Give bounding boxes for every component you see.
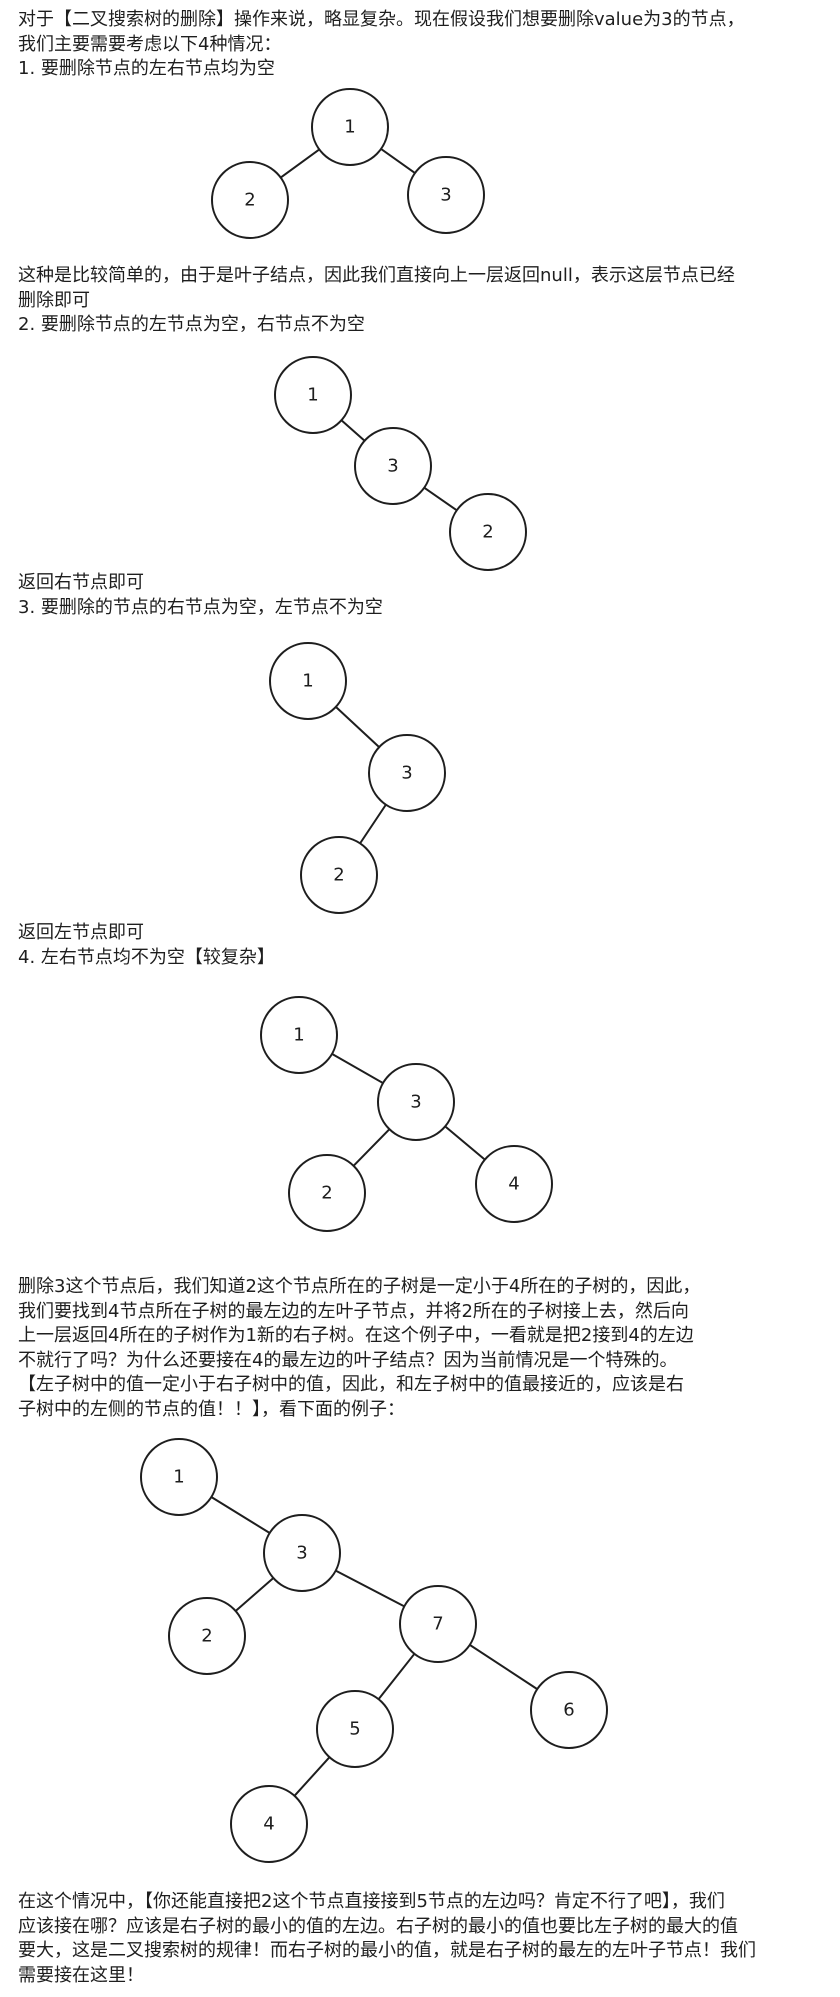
edge-1-3 [334, 705, 381, 749]
edge-7-6 [468, 1643, 539, 1691]
tree-node-2: 2 [211, 161, 289, 239]
tree-node-1: 1 [269, 642, 347, 720]
node-label: 5 [349, 1719, 360, 1740]
edge-1-3 [340, 419, 366, 442]
tree-4: 1 3 2 4 [260, 996, 553, 1232]
node-label: 2 [333, 865, 344, 886]
node-label: 1 [302, 671, 313, 692]
node-label: 7 [432, 1614, 443, 1635]
tree-node-4: 4 [475, 1145, 553, 1223]
tree-node-7: 7 [399, 1585, 477, 1663]
tree-node-2: 2 [449, 493, 527, 571]
node-label: 4 [508, 1174, 519, 1195]
tree-node-1: 1 [274, 356, 352, 434]
tree-1: 1 2 3 [211, 88, 485, 239]
edge-3-2 [352, 1128, 391, 1167]
tree-node-3: 3 [368, 734, 446, 812]
node-label: 3 [296, 1543, 307, 1564]
node-label: 2 [244, 190, 255, 211]
node-label: 2 [321, 1183, 332, 1204]
edge-3-4 [444, 1125, 486, 1161]
node-label: 3 [440, 185, 451, 206]
edge-1-3 [330, 1052, 385, 1085]
edge-1-3 [380, 147, 416, 175]
node-label: 2 [201, 1626, 212, 1647]
tree-node-1: 1 [311, 88, 389, 166]
node-label: 3 [410, 1092, 421, 1113]
tree-5: 1 3 2 7 6 5 4 [140, 1438, 608, 1863]
tree-node-2: 2 [168, 1597, 246, 1675]
node-label: 4 [263, 1814, 274, 1835]
edge-3-2 [423, 486, 458, 512]
node-label: 1 [344, 117, 355, 138]
tree-node-1: 1 [140, 1438, 218, 1516]
tree-3: 1 3 2 [269, 642, 446, 914]
node-label: 1 [307, 385, 318, 406]
tree-node-5: 5 [316, 1690, 394, 1768]
node-label: 3 [387, 456, 398, 477]
edge-5-4 [293, 1756, 331, 1797]
tree-node-6: 6 [530, 1671, 608, 1749]
edge-3-2 [234, 1577, 275, 1612]
node-label: 3 [401, 763, 412, 784]
tree-node-2: 2 [288, 1154, 366, 1232]
edge-1-3 [210, 1495, 271, 1535]
tree-diagrams: 1 2 3 1 3 2 1 3 2 1 3 2 4 1 3 2 7 6 5 4 [140, 88, 608, 1863]
node-label: 1 [173, 1467, 184, 1488]
tree-node-3: 3 [263, 1514, 341, 1592]
tree-node-1: 1 [260, 996, 338, 1074]
tree-node-3: 3 [354, 427, 432, 505]
edge-3-2 [359, 803, 387, 845]
tree-node-3: 3 [377, 1063, 455, 1141]
node-label: 1 [293, 1025, 304, 1046]
edge-1-2 [279, 148, 321, 179]
edge-3-7 [334, 1569, 406, 1608]
tree-node-4: 4 [230, 1785, 308, 1863]
node-label: 2 [482, 522, 493, 543]
node-label: 6 [563, 1700, 574, 1721]
tree-2: 1 3 2 [274, 356, 527, 571]
edge-7-5 [377, 1652, 416, 1701]
tree-node-2: 2 [300, 836, 378, 914]
tree-node-3: 3 [407, 156, 485, 234]
